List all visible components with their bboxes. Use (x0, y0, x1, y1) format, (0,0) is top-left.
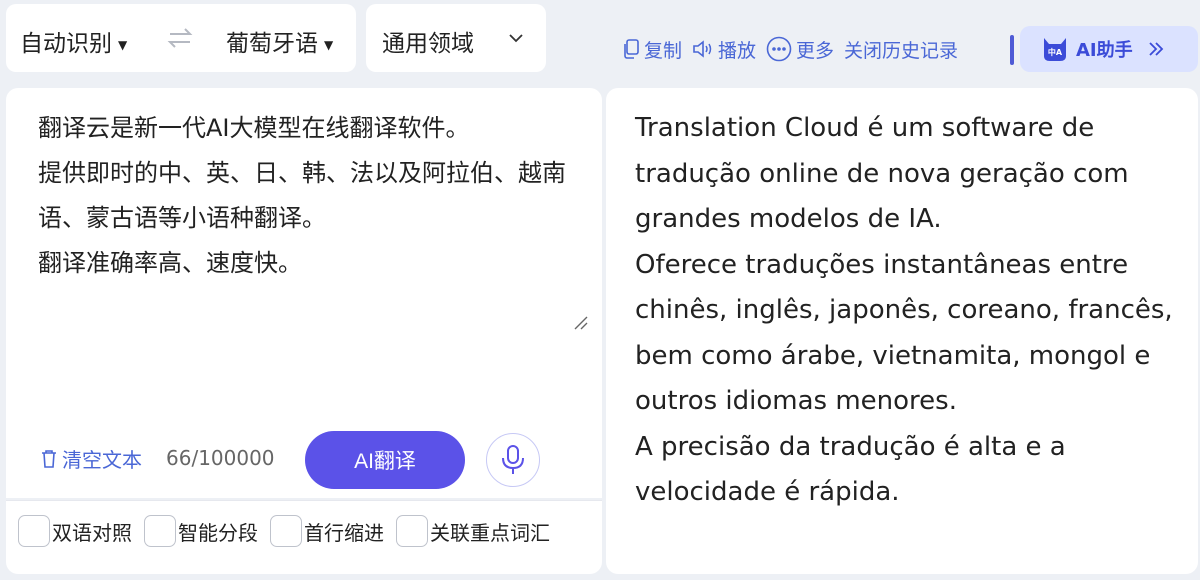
caret-down-icon: ▼ (324, 37, 334, 52)
smart-paragraph-option[interactable]: 智能分段 (144, 515, 258, 547)
clear-text-button[interactable]: 清空文本 (40, 444, 142, 473)
bilingual-checkbox[interactable] (18, 515, 50, 547)
copy-label: 复制 (644, 39, 683, 62)
chevron-down-icon (509, 34, 523, 43)
key-vocabulary-checkbox[interactable] (396, 515, 428, 547)
bilingual-label: 双语对照 (52, 520, 132, 545)
translation-options: 双语对照 智能分段 首行缩进 关联重点词汇 (6, 500, 602, 574)
swap-languages-icon[interactable] (166, 24, 194, 52)
double-chevron-right-icon (1149, 42, 1163, 56)
source-language-dropdown[interactable]: 自动识别 ▼ (20, 24, 127, 58)
close-history-button[interactable]: 关闭历史记录 (844, 36, 958, 63)
character-count: 66/100000 (166, 446, 275, 470)
first-line-indent-label: 首行缩进 (304, 520, 384, 545)
ai-assistant-label: AI助手 (1076, 40, 1133, 61)
ai-translate-button[interactable]: AI翻译 (305, 431, 465, 489)
more-button[interactable]: 更多 (766, 36, 834, 63)
source-language-label: 自动识别 (20, 31, 112, 57)
target-language-label: 葡萄牙语 (226, 31, 318, 57)
microphone-icon (502, 445, 524, 474)
first-line-indent-checkbox[interactable] (270, 515, 302, 547)
play-button[interactable]: 播放 (692, 36, 756, 63)
speaker-icon (693, 40, 712, 58)
toolbar-divider (1010, 35, 1014, 65)
more-icon (766, 36, 792, 62)
target-language-dropdown[interactable]: 葡萄牙语 ▼ (226, 24, 333, 58)
bilingual-option[interactable]: 双语对照 (18, 515, 132, 547)
trash-icon (42, 449, 56, 468)
close-history-label: 关闭历史记录 (844, 39, 959, 62)
output-toolbar: 复制 播放 更多 关闭历史记录 (622, 34, 968, 64)
voice-input-button[interactable] (486, 433, 540, 487)
play-label: 播放 (718, 39, 757, 62)
more-label: 更多 (796, 39, 835, 62)
domain-label: 通用领域 (382, 31, 474, 57)
copy-button[interactable]: 复制 (622, 36, 682, 63)
source-panel: 翻译云是新一代AI大模型在线翻译软件。 提供即时的中、英、日、韩、法以及阿拉伯、… (6, 88, 602, 498)
key-vocabulary-option[interactable]: 关联重点词汇 (396, 515, 550, 547)
key-vocabulary-label: 关联重点词汇 (430, 520, 550, 545)
caret-down-icon: ▼ (118, 37, 128, 52)
language-selector: 自动识别 ▼ 葡萄牙语 ▼ (6, 4, 356, 72)
smart-paragraph-checkbox[interactable] (144, 515, 176, 547)
ai-assistant-avatar-icon: 中A (1044, 38, 1066, 61)
translation-panel: Translation Cloud é um software de tradu… (606, 88, 1198, 574)
ai-assistant-avatar-text: 中A (1048, 47, 1063, 57)
first-line-indent-option[interactable]: 首行缩进 (270, 515, 384, 547)
source-text-input[interactable]: 翻译云是新一代AI大模型在线翻译软件。 提供即时的中、英、日、韩、法以及阿拉伯、… (38, 106, 578, 286)
ai-assistant-button[interactable]: 中A AI助手 (1020, 26, 1198, 72)
clear-text-label: 清空文本 (62, 448, 142, 472)
copy-icon (624, 39, 639, 59)
smart-paragraph-label: 智能分段 (178, 520, 258, 545)
domain-dropdown[interactable]: 通用领域 (366, 4, 546, 72)
translation-output: Translation Cloud é um software de tradu… (635, 113, 1173, 507)
resize-handle-icon[interactable] (572, 314, 588, 330)
